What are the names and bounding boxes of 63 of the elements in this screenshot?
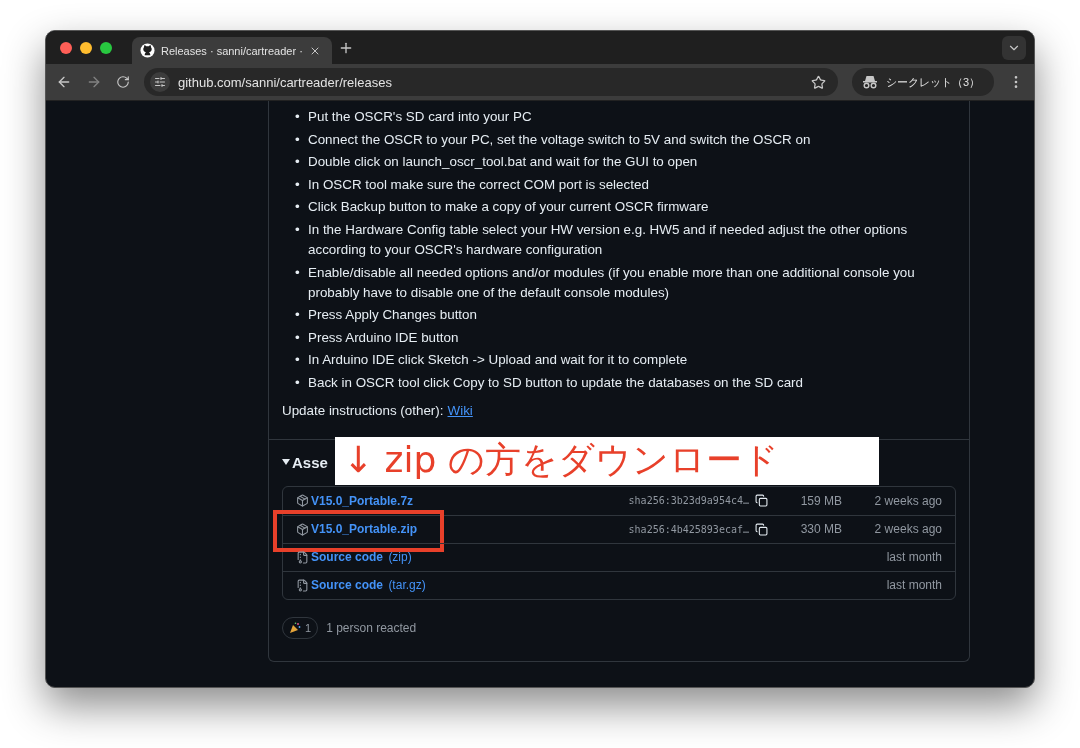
close-window-icon[interactable] — [60, 41, 72, 54]
asset-link[interactable]: Source code (tar.gz) — [296, 578, 426, 593]
instruction-item: Double click on launch_oscr_tool.bat and wait for the GUI to open — [308, 153, 698, 172]
forward-icon[interactable] — [86, 74, 102, 90]
instruction-item: Put the OSCR's SD card into your PC — [308, 108, 532, 126]
zoom-window-icon[interactable] — [100, 41, 112, 54]
reaction-summary: 1 person reacted — [326, 620, 417, 635]
star-icon[interactable] — [810, 74, 826, 90]
cat-logo-icon — [140, 43, 155, 58]
instruction-item: In OSCR tool make sure the correct COM port is selected — [308, 175, 649, 194]
reload-icon[interactable] — [116, 75, 130, 89]
bullet: • — [295, 220, 301, 239]
incognito-button[interactable]: シークレット（3） — [851, 68, 994, 96]
incognito-icon — [861, 75, 878, 89]
instruction-item: Enable/disable all needed options and/or modules (if you enable more than one additional console you probably have to disable one of the default console modules) — [308, 263, 916, 302]
bullet: • — [295, 175, 301, 194]
instruction-item: Click Backup button to make a copy of your current OSCR firmware — [308, 198, 709, 217]
bullet: • — [295, 328, 301, 347]
address-bar[interactable]: github.com/sanni/cartreader/releases — [144, 68, 838, 96]
asset-date: last month — [885, 550, 942, 565]
minimize-window-icon[interactable] — [80, 41, 92, 54]
asset-link[interactable]: V15.0_Portable.7z — [296, 493, 414, 508]
copy-icon[interactable] — [755, 522, 768, 536]
sha-hash: sha256:4b425893ecaf… — [628, 523, 749, 535]
browser-tab[interactable]: Releases · sanni/cartreader · — [132, 37, 332, 64]
bullet: • — [295, 153, 301, 172]
archive-file-icon — [296, 550, 309, 564]
instruction-item: In Arduino IDE click Sketch -> Upload and wait for it to complete — [308, 351, 688, 370]
instruction-item: Press Arduino IDE button — [308, 328, 459, 347]
bullet: • — [295, 351, 301, 370]
package-icon — [296, 522, 309, 536]
update-note: Update instructions (other): — [282, 402, 444, 420]
tab-title: Releases · sanni/cartreader · — [161, 44, 303, 57]
assets-heading[interactable]: Asse — [282, 453, 328, 471]
instruction-item: In the Hardware Config table select your HW version e.g. HW5 and if needed adjust the other options according to your OSCR's hardware configuration — [308, 220, 909, 259]
archive-file-icon — [296, 578, 309, 592]
back-icon[interactable] — [56, 74, 72, 90]
annotation-callout: ↓ zip の方をダウンロード — [335, 436, 879, 485]
instruction-item: Back in OSCR tool click Copy to SD button to update the databases on the SD card — [308, 373, 803, 392]
reaction-button[interactable]: 1 — [282, 616, 319, 639]
package-icon — [296, 494, 309, 508]
party-popper-icon — [289, 621, 301, 634]
bullet: • — [295, 130, 301, 149]
url-text: github.com/sanni/cartreader/releases — [178, 74, 393, 90]
asset-date: 2 weeks ago — [873, 493, 942, 508]
bullet: • — [295, 373, 301, 392]
wiki-link[interactable]: Wiki — [447, 402, 473, 427]
file-size: 330 MB — [799, 522, 842, 537]
asset-link[interactable]: V15.0_Portable.zip — [296, 522, 418, 537]
bullet: • — [295, 263, 301, 282]
asset-date: 2 weeks ago — [873, 522, 942, 537]
sha-hash: sha256:3b23d9a954c4… — [628, 495, 749, 507]
asset-date: last month — [885, 578, 942, 593]
copy-icon[interactable] — [755, 494, 768, 508]
site-info-icon[interactable] — [150, 72, 170, 92]
tab-search-icon[interactable] — [1002, 35, 1026, 60]
file-size: 159 MB — [799, 493, 842, 508]
asset-link[interactable]: Source code (zip) — [296, 550, 412, 565]
instruction-item: Connect the OSCR to your PC, set the voltage switch to 5V and switch the OSCR on — [308, 130, 811, 149]
bullet: • — [295, 108, 301, 126]
instruction-item: Press Apply Changes button — [308, 306, 477, 325]
bullet: • — [295, 198, 301, 217]
bullet: • — [295, 306, 301, 325]
